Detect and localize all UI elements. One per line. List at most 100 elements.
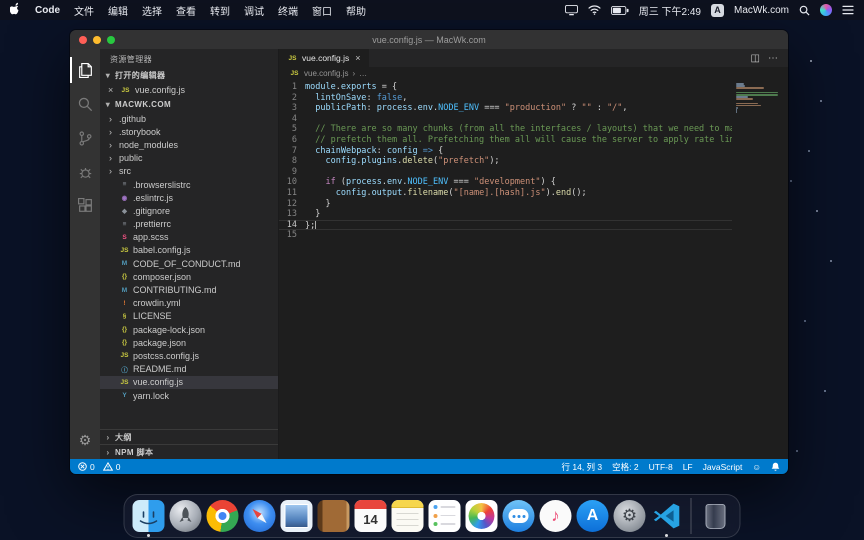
dock-launchpad-icon[interactable] [169, 499, 203, 533]
display-status-icon[interactable] [565, 5, 578, 16]
status-bar-item[interactable]: 行 14, 列 3 [562, 461, 603, 473]
tree-item[interactable]: › public [100, 152, 278, 165]
search-icon[interactable] [70, 87, 100, 121]
code-line[interactable]: 11 config.output.filename("[name].[hash]… [279, 188, 788, 199]
open-editors-header[interactable]: ▾ 打开的编辑器 [100, 68, 278, 83]
problems-warnings[interactable]: 0 [103, 462, 121, 472]
status-bar-item[interactable]: JavaScript [703, 462, 743, 472]
dock-safari-icon[interactable] [243, 499, 277, 533]
code-line[interactable]: 12 } [279, 199, 788, 210]
breadcrumb[interactable]: JS vue.config.js › … [279, 67, 788, 80]
dock-finder-icon[interactable] [132, 499, 166, 533]
window-minimize-button[interactable] [93, 36, 101, 44]
tree-item[interactable]: › ! crowdin.yml [100, 297, 278, 310]
code-line[interactable]: 7 chainWebpack: config => { [279, 146, 788, 157]
tree-item[interactable]: › ≡ .browserslistrc [100, 178, 278, 191]
tree-item[interactable]: › .storybook [100, 125, 278, 138]
window-titlebar[interactable]: vue.config.js — MacWk.com [70, 30, 788, 49]
tree-item[interactable]: › S app.scss [100, 231, 278, 244]
wifi-icon[interactable] [588, 5, 601, 15]
extensions-icon[interactable] [70, 189, 100, 223]
window-zoom-button[interactable] [107, 36, 115, 44]
menu-right-label[interactable]: MacWk.com [734, 5, 789, 16]
open-editor-item[interactable]: × JS vue.config.js [100, 83, 278, 97]
workspace-header[interactable]: ▾ MACWK.COM [100, 97, 278, 112]
code-line[interactable]: 4 [279, 114, 788, 125]
menu-item[interactable]: 调试 [244, 3, 264, 18]
status-bar-item[interactable]: LF [683, 462, 693, 472]
dock-mail-icon[interactable] [280, 499, 314, 533]
feedback-smiley-icon[interactable]: ☺ [752, 462, 761, 472]
menu-clock[interactable]: 周三 下午2:49 [639, 3, 701, 18]
code-line[interactable]: 13 } [279, 209, 788, 220]
menu-item[interactable]: 选择 [142, 3, 162, 18]
sidebar-section-header[interactable]: › NPM 脚本 [100, 444, 278, 459]
menu-item[interactable]: 终端 [278, 3, 298, 18]
input-method-icon[interactable]: A [711, 4, 724, 17]
code-line[interactable]: 15 [279, 230, 788, 241]
split-editor-icon[interactable]: ◫ [751, 53, 760, 64]
status-bar-item[interactable]: 空格: 2 [612, 461, 638, 473]
dock-calendar-icon[interactable]: 14 [354, 499, 388, 533]
dock-reminders-icon[interactable] [428, 499, 462, 533]
tab-vue-config[interactable]: JS vue.config.js × [279, 49, 370, 67]
tree-item[interactable]: › Y yarn.lock [100, 389, 278, 402]
tree-item[interactable]: › ⓘ README.md [100, 363, 278, 376]
code-line[interactable]: 10 if (process.env.NODE_ENV === "develop… [279, 177, 788, 188]
dock-contacts-icon[interactable] [317, 499, 351, 533]
sidebar-section-header[interactable]: › 大纲 [100, 429, 278, 444]
code-line[interactable]: 9 [279, 167, 788, 178]
menu-item[interactable]: 编辑 [108, 3, 128, 18]
dock-itunes-icon[interactable]: ♪ [539, 499, 573, 533]
tab-close-icon[interactable]: × [355, 53, 360, 63]
menu-item[interactable]: 查看 [176, 3, 196, 18]
debug-icon[interactable] [70, 155, 100, 189]
tree-item[interactable]: › src [100, 165, 278, 178]
tree-item[interactable]: › {} package.json [100, 336, 278, 349]
menu-item[interactable]: 文件 [74, 3, 94, 18]
menu-item[interactable]: 转到 [210, 3, 230, 18]
code-line[interactable]: 2 lintOnSave: false, [279, 93, 788, 104]
tree-item[interactable]: › JS postcss.config.js [100, 349, 278, 362]
tree-item[interactable]: › {} package-lock.json [100, 323, 278, 336]
tree-item[interactable]: › ◆ .gitignore [100, 204, 278, 217]
siri-icon[interactable] [820, 4, 832, 16]
code-line[interactable]: 8 config.plugins.delete("prefetch"); [279, 156, 788, 167]
dock-photos-icon[interactable] [465, 499, 499, 533]
explorer-icon[interactable] [70, 53, 100, 87]
status-bar-item[interactable]: UTF-8 [649, 462, 673, 472]
tree-item[interactable]: › M CODE_OF_CONDUCT.md [100, 257, 278, 270]
tree-item[interactable]: › ◉ .eslintrc.js [100, 191, 278, 204]
spotlight-search-icon[interactable] [799, 5, 810, 16]
close-icon[interactable]: × [108, 85, 116, 95]
dock-trash-icon[interactable] [699, 499, 733, 533]
notifications-bell-icon[interactable] [771, 462, 780, 472]
window-close-button[interactable] [79, 36, 87, 44]
dock-notes-icon[interactable] [391, 499, 425, 533]
tree-item[interactable]: › JS babel.config.js [100, 244, 278, 257]
tree-item[interactable]: › node_modules [100, 138, 278, 151]
dock-chrome-icon[interactable] [206, 499, 240, 533]
code-line[interactable]: 3 publicPath: process.env.NODE_ENV === "… [279, 103, 788, 114]
dock-vscode-icon[interactable] [650, 499, 684, 533]
tree-item[interactable]: › JS vue.config.js [100, 376, 278, 389]
tree-item[interactable]: › ≡ .prettierrc [100, 218, 278, 231]
code-editor[interactable]: 1module.exports = {2 lintOnSave: false,3… [279, 80, 788, 459]
notification-center-icon[interactable] [842, 5, 854, 15]
more-actions-icon[interactable]: ⋯ [768, 53, 778, 64]
tree-item[interactable]: › .github [100, 112, 278, 125]
tree-item[interactable]: › § LICENSE [100, 310, 278, 323]
code-line[interactable]: 6 // prefetch them all. Prefetching them… [279, 135, 788, 146]
menu-item[interactable]: 帮助 [346, 3, 366, 18]
tree-item[interactable]: › M CONTRIBUTING.md [100, 283, 278, 296]
code-line[interactable]: 1module.exports = { [279, 82, 788, 93]
dock-app-store-icon[interactable]: A [576, 499, 610, 533]
code-line[interactable]: 14}; [279, 220, 788, 231]
dock-messages-icon[interactable] [502, 499, 536, 533]
tree-item[interactable]: › {} composer.json [100, 270, 278, 283]
apple-menu-icon[interactable] [10, 2, 21, 18]
dock-system-preferences-icon[interactable]: ⚙ [613, 499, 647, 533]
problems-errors[interactable]: 0 [78, 462, 95, 472]
source-control-icon[interactable] [70, 121, 100, 155]
menu-app-name[interactable]: Code [35, 5, 60, 16]
